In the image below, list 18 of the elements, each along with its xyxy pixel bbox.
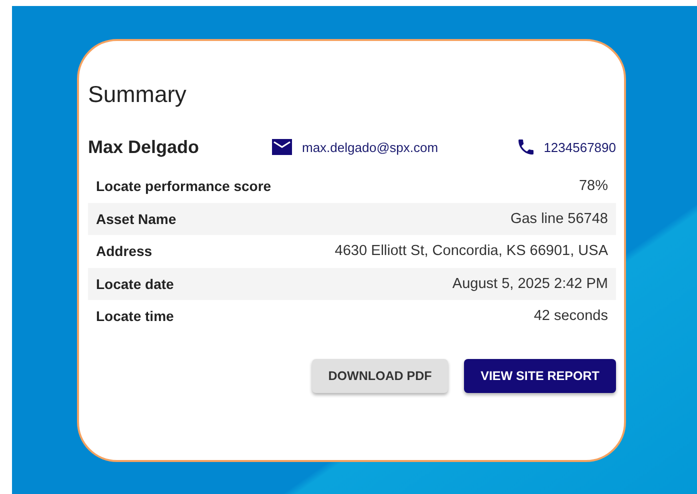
phone-number: 1234567890 — [544, 140, 616, 154]
row-label: Locate time — [96, 308, 174, 324]
row-value: Gas line 56748 — [510, 210, 608, 227]
row-value: 42 seconds — [534, 308, 608, 324]
view-site-report-button[interactable]: VIEW SITE REPORT — [464, 358, 616, 392]
card-title: Summary — [88, 81, 186, 108]
row-value: August 5, 2025 2:42 PM — [452, 276, 608, 292]
row-label: Locate performance score — [96, 178, 272, 194]
phone-icon — [516, 137, 536, 157]
download-pdf-button[interactable]: DOWNLOAD PDF — [312, 358, 448, 392]
row-value: 78% — [578, 178, 608, 194]
row-label: Locate date — [96, 276, 174, 292]
contact-name: Max Delgado — [88, 136, 200, 158]
row-value: 4630 Elliott St, Concordia, KS 66901, USA — [334, 243, 608, 260]
email-address: max.delgado@spx.com — [302, 140, 438, 154]
row-label: Address — [96, 243, 152, 260]
mail-icon — [272, 139, 292, 155]
row-label: Asset Name — [96, 210, 176, 227]
